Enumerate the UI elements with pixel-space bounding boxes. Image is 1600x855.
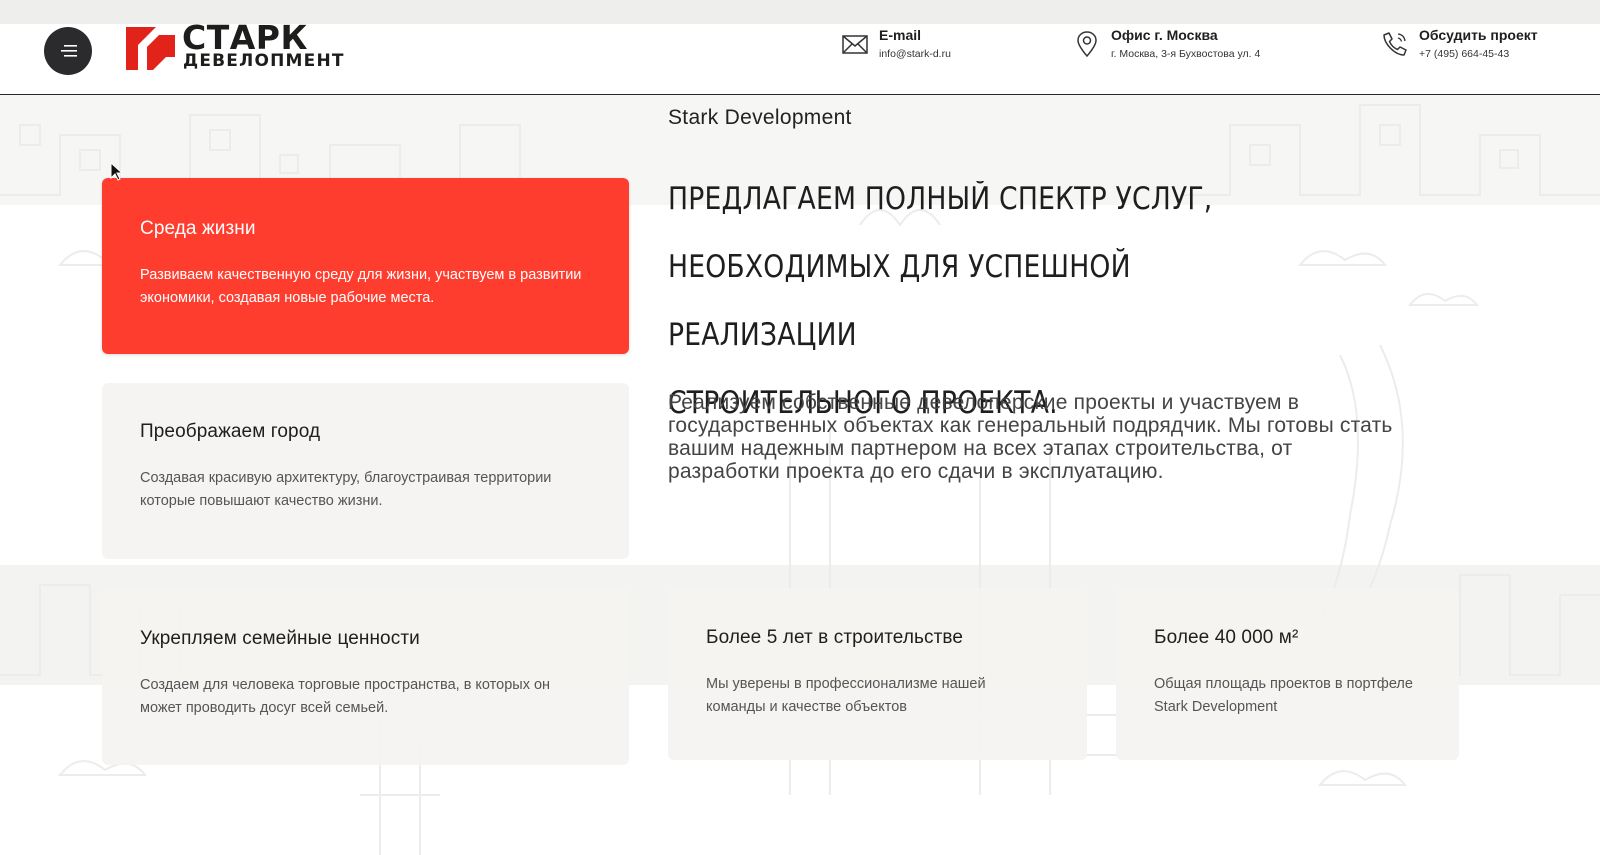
stat-card-title: Более 40 000 м² [1154,627,1299,648]
feature-card-title: Преображаем город [140,421,321,442]
feature-card-family-values[interactable]: Укрепляем семейные ценности Создаем для … [102,589,629,765]
stat-card-area: Более 40 000 м² Общая площадь проектов в… [1116,588,1459,760]
site-header: СТАРК ДЕВЕЛОПМЕНТ E-mail info@stark-d.ru… [0,21,1600,95]
mail-icon [842,35,868,54]
brand-label: Stark Development [668,106,852,129]
menu-icon [61,45,77,57]
map-pin-icon [1077,31,1097,58]
feature-card-title: Укрепляем семейные ценности [140,628,420,649]
feature-card-text: Развиваем качественную среду для жизни, … [140,267,582,306]
headline-line-2: НЕОБХОДИМЫХ ДЛЯ УСПЕШНОЙ РЕАЛИЗАЦИИ [668,249,1131,353]
contact-office-title: Офис г. Москва [1111,27,1218,43]
stat-card-years: Более 5 лет в строительстве Мы уверены в… [668,588,1087,760]
contact-email-value: info@stark-d.ru [879,48,951,60]
main-content: Среда жизни Развиваем качественную среду… [0,95,1600,855]
logo-mark-icon [126,27,175,70]
feature-card-text: Создавая красивую архитектуру, благоустр… [140,470,552,509]
contact-phone[interactable]: Обсудить проект +7 (495) 664-45-43 [1381,27,1538,60]
contact-phone-title: Обсудить проект [1419,27,1538,43]
contact-office-address: г. Москва, 3-я Бухвостова ул. 4 [1111,48,1261,60]
headline-line-1: ПРЕДЛАГАЕМ ПОЛНЫЙ СПЕКТР УСЛУГ, [668,181,1213,217]
feature-card-title: Среда жизни [140,218,256,239]
mouse-cursor-icon [110,162,124,181]
phone-icon [1383,32,1407,56]
feature-card-text: Создаем для человека торговые пространст… [140,677,551,716]
feature-card-living-environment[interactable]: Среда жизни Развиваем качественную среду… [102,178,629,354]
logo-wordmark-top: СТАРК [182,18,308,57]
logo-wordmark-bottom: ДЕВЕЛОПМЕНТ [183,51,345,71]
menu-button[interactable] [44,27,92,75]
intro-paragraph: Реализуем собственные девелоперские прое… [668,391,1393,483]
contact-email-title: E-mail [879,27,922,43]
contact-email[interactable]: E-mail info@stark-d.ru [841,27,951,60]
stat-card-title: Более 5 лет в строительстве [706,627,964,648]
stat-card-text: Мы уверены в профессионализме нашей кома… [706,676,986,715]
stat-card-text: Общая площадь проектов в портфеле Stark … [1154,676,1413,715]
feature-card-transform-city[interactable]: Преображаем город Создавая красивую архи… [102,383,629,559]
contact-phone-number: +7 (495) 664-45-43 [1419,48,1510,60]
stark-logo[interactable]: СТАРК ДЕВЕЛОПМЕНТ [126,21,386,73]
contact-office[interactable]: Офис г. Москва г. Москва, 3-я Бухвостова… [1073,27,1260,60]
